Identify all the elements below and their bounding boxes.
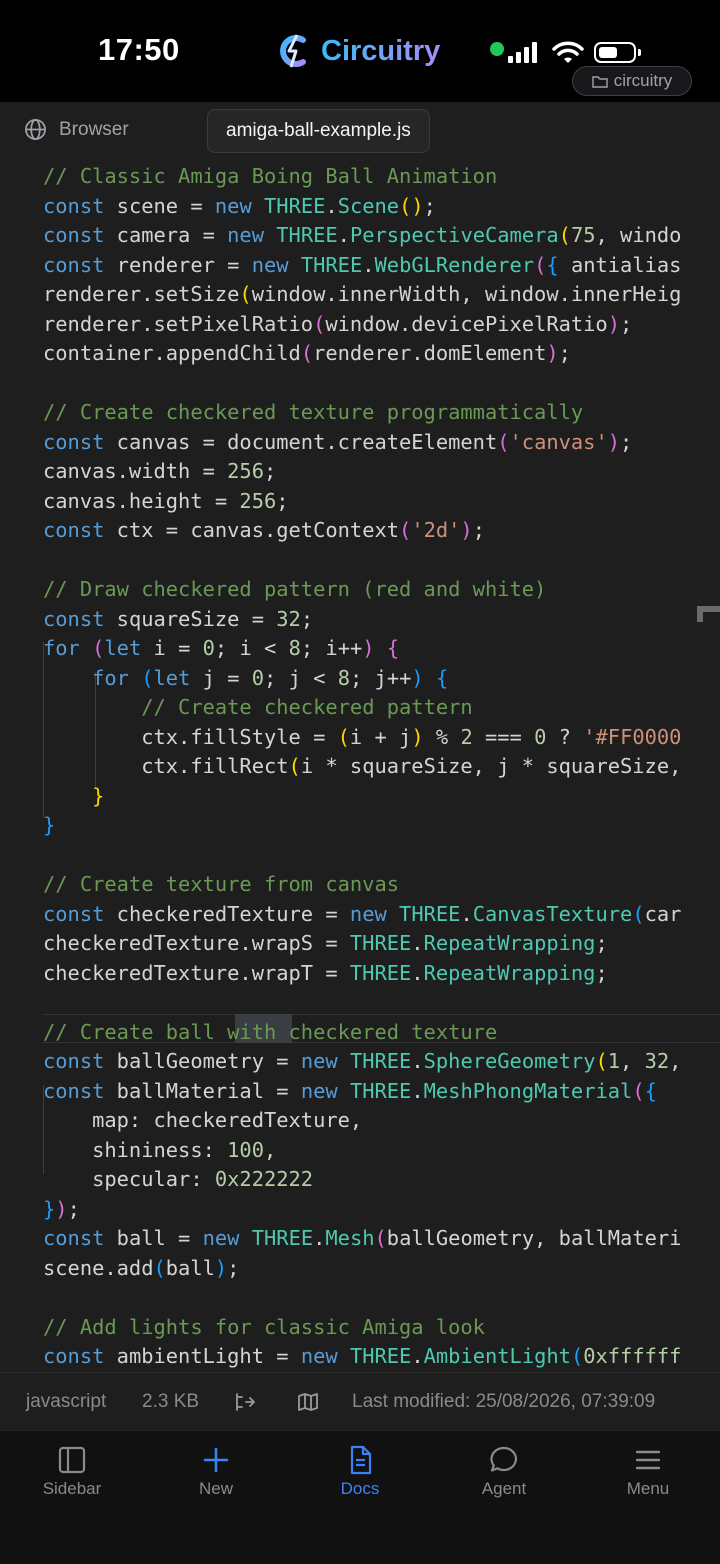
nav-sidebar-label: Sidebar <box>42 1479 102 1498</box>
code-line: renderer.setSize(window.innerWidth, wind… <box>43 282 682 306</box>
code-line: const ambientLight = new THREE.AmbientLi… <box>43 1344 682 1368</box>
code-line: map: checkeredTexture, <box>43 1108 363 1132</box>
code-line: const canvas = document.createElement('c… <box>43 429 633 454</box>
code-line: const renderer = new THREE.WebGLRenderer… <box>43 252 682 277</box>
tab-bar: Browser amiga-ball-example.js <box>0 102 720 161</box>
sidebar-icon <box>58 1446 86 1474</box>
code-line: // Create checkered texture programmatic… <box>43 400 584 424</box>
code-line: const ctx = canvas.getContext('2d'); <box>43 518 485 542</box>
code-line: // Create texture from canvas <box>43 872 400 896</box>
code-line: container.appendChild(renderer.domElemen… <box>43 341 571 365</box>
bottom-nav: Sidebar New Docs Agent Menu <box>0 1430 720 1564</box>
code-line: // Add lights for classic Amiga look <box>43 1314 485 1339</box>
code-line: const ballGeometry = new THREE.SphereGeo… <box>43 1049 682 1073</box>
nav-new[interactable]: New <box>161 1445 271 1499</box>
code-line: const scene = new THREE.Scene(); <box>43 193 436 218</box>
last-modified-label: Last modified: 25/08/2026, 07:39:09 <box>352 1391 656 1412</box>
tab-browser[interactable]: Browser <box>24 118 129 141</box>
code-line: for (let i = 0; i < 8; i++) { <box>43 636 400 660</box>
nav-new-label: New <box>198 1479 233 1498</box>
battery-icon <box>594 41 641 63</box>
code-line: const ball = new THREE.Mesh(ballGeometry… <box>43 1226 682 1250</box>
system-icons <box>490 38 641 66</box>
file-size-label: 2.3 KB <box>142 1391 200 1412</box>
nav-menu[interactable]: Menu <box>593 1445 703 1499</box>
nav-docs-label: Docs <box>340 1479 380 1498</box>
folder-chip[interactable]: circuitry <box>572 66 692 96</box>
map-icon[interactable] <box>297 1392 319 1412</box>
code-line: // Draw checkered pattern (red and white… <box>43 577 547 601</box>
app-name: Circuitry <box>321 34 441 67</box>
cellular-signal-icon <box>508 41 540 63</box>
code-line: // Classic Amiga Boing Ball Animation <box>43 164 498 188</box>
folder-icon <box>592 75 608 88</box>
nav-agent-label: Agent <box>481 1479 527 1498</box>
language-label: javascript <box>26 1391 107 1412</box>
status-bar: 17:50 Circuitry circuitry <box>0 0 720 102</box>
connection-dot-icon <box>490 42 504 56</box>
code-line: checkeredTexture.wrapS = THREE.RepeatWra… <box>43 931 608 955</box>
nav-sidebar[interactable]: Sidebar <box>17 1445 127 1499</box>
folder-chip-label: circuitry <box>613 71 673 90</box>
nav-menu-label: Menu <box>626 1479 670 1498</box>
code-line: canvas.height = 256; <box>43 488 289 513</box>
nav-agent[interactable]: Agent <box>449 1445 559 1499</box>
code-editor[interactable]: // Classic Amiga Boing Ball Animation con… <box>0 160 720 1372</box>
clock: 17:50 <box>98 32 180 67</box>
code-line: ctx.fillRect(i * squareSize, j * squareS… <box>43 754 682 778</box>
code-line: for (let j = 0; j < 8; j++) { <box>92 665 449 690</box>
circuitry-logo-icon <box>280 34 306 68</box>
code-line: canvas.width = 256; <box>43 459 277 483</box>
chat-bubble-icon <box>490 1446 517 1472</box>
code-line: scene.add(ball); <box>43 1255 240 1280</box>
code-line: const squareSize = 32; <box>43 606 314 631</box>
code-line: } <box>92 783 105 808</box>
code-line: const checkeredTexture = new THREE.Canva… <box>43 901 682 926</box>
code-line: renderer.setPixelRatio(window.devicePixe… <box>43 311 633 336</box>
code-line: ctx.fillStyle = (i + j) % 2 === 0 ? '#FF… <box>43 724 682 749</box>
word-wrap-icon[interactable] <box>234 1392 256 1412</box>
nav-docs[interactable]: Docs <box>305 1445 415 1499</box>
wifi-icon <box>552 41 584 63</box>
tab-file-active[interactable]: amiga-ball-example.js <box>207 109 430 153</box>
file-info-bar: javascript 2.3 KB Last modified: 25/08/2… <box>0 1372 720 1430</box>
code-line: const ballMaterial = new THREE.MeshPhong… <box>43 1078 657 1103</box>
code-line: } <box>43 813 56 837</box>
document-icon <box>350 1445 372 1475</box>
plus-icon <box>203 1447 229 1473</box>
code-line: const camera = new THREE.PerspectiveCame… <box>43 223 682 247</box>
tab-file-label: amiga-ball-example.js <box>226 120 411 141</box>
globe-icon <box>25 119 46 140</box>
code-line: shininess: 100, <box>43 1137 277 1162</box>
scroll-marker-icon <box>697 606 720 622</box>
app-brand: Circuitry <box>277 30 440 72</box>
hamburger-menu-icon <box>635 1450 661 1470</box>
code-line: // Create ball with checkered texture <box>43 1019 498 1044</box>
tab-browser-label: Browser <box>59 118 129 140</box>
code-line: }); <box>43 1196 80 1221</box>
code-line: checkeredTexture.wrapT = THREE.RepeatWra… <box>43 960 608 985</box>
code-line: specular: 0x222222 <box>43 1167 314 1191</box>
code-line: // Create checkered pattern <box>141 695 473 719</box>
